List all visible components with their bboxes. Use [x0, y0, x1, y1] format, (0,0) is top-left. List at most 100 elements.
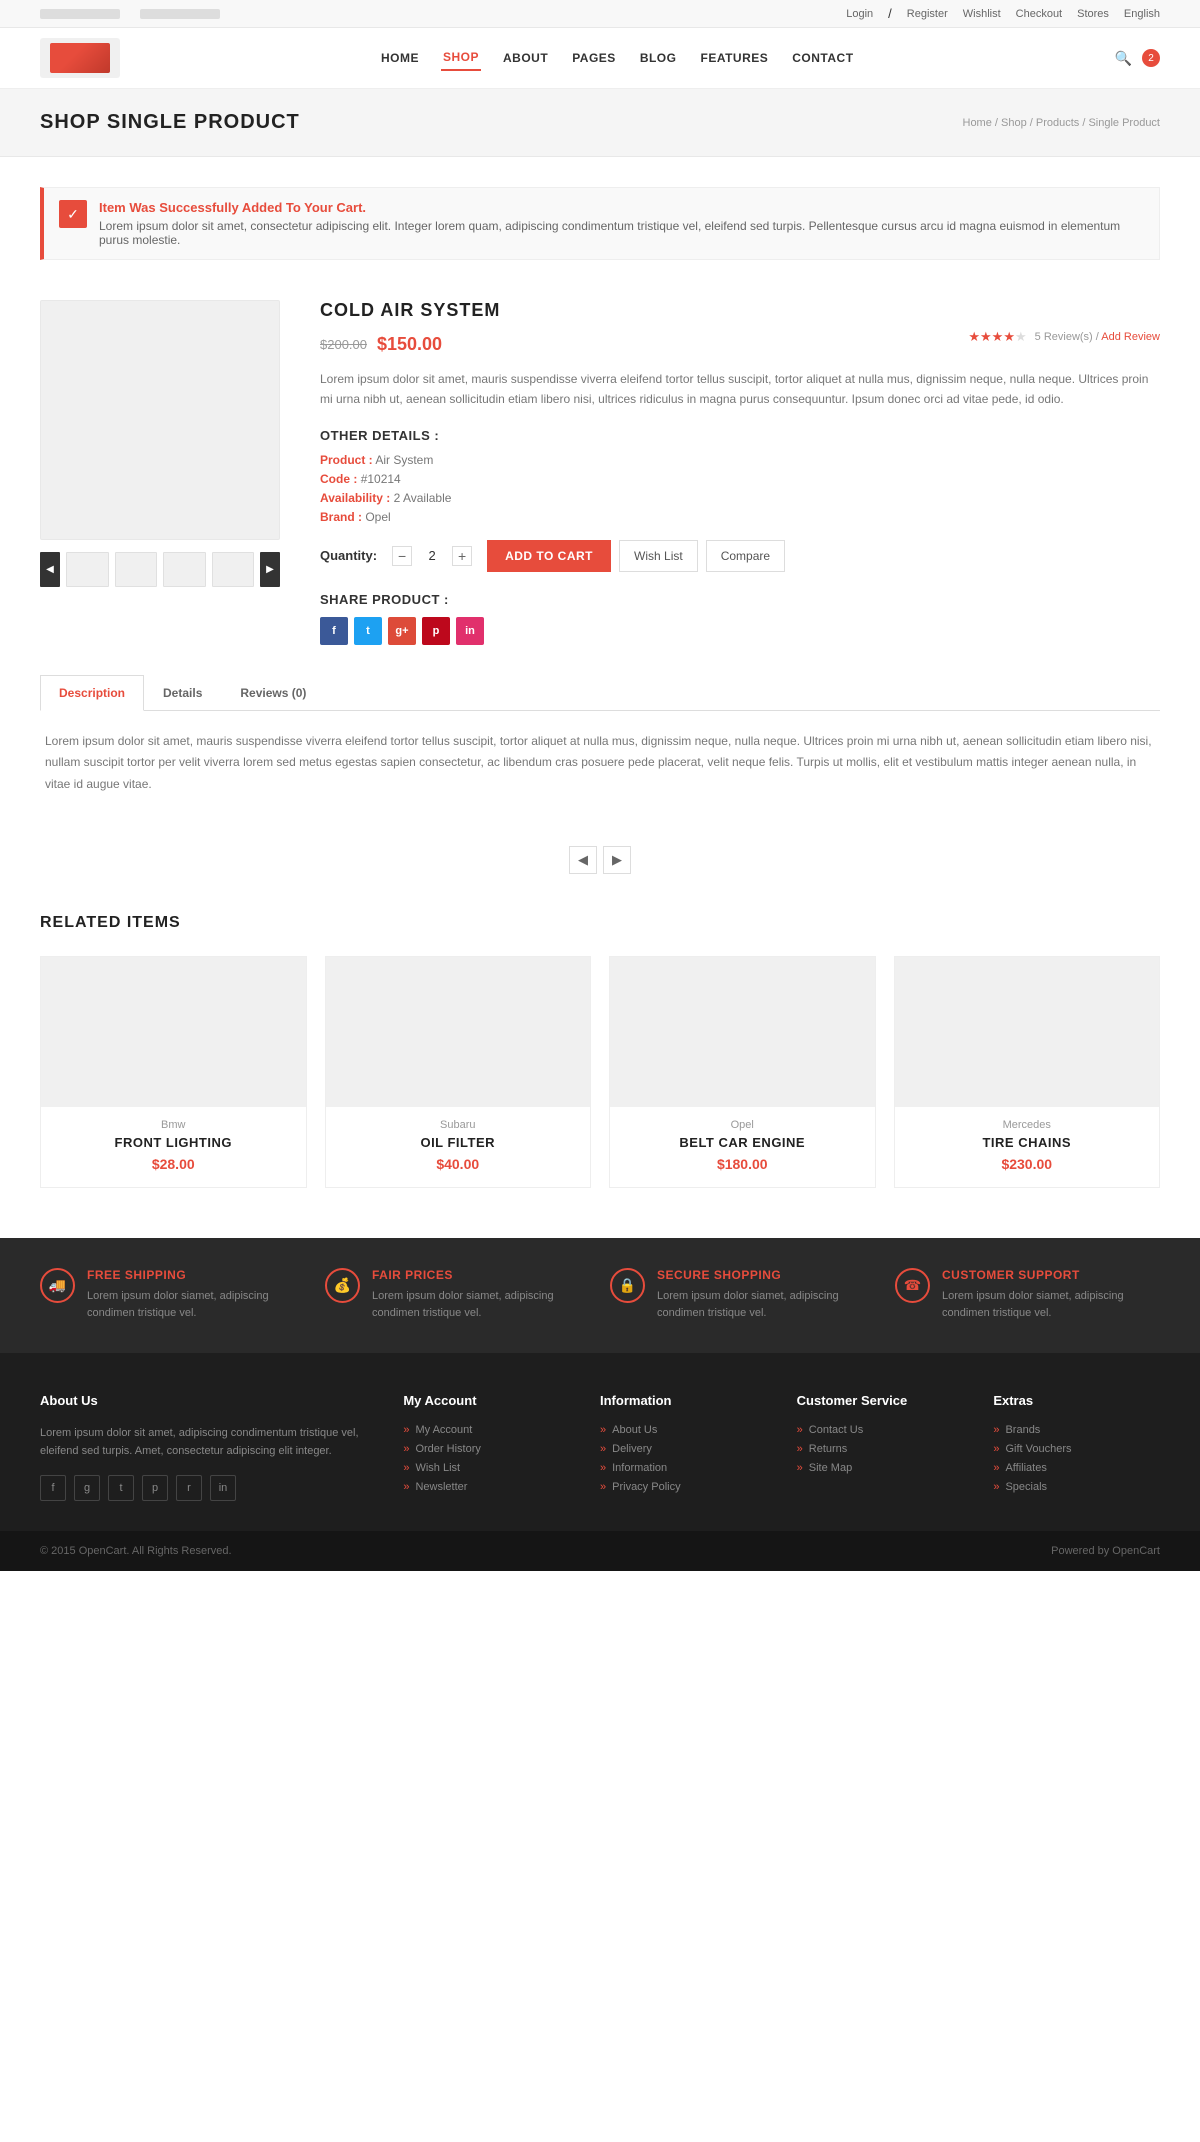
footer-link-specials[interactable]: Specials — [993, 1481, 1160, 1493]
feature-shipping-desc: Lorem ipsum dolor siamet, adipiscing con… — [87, 1288, 305, 1323]
page-prev[interactable]: ◀ — [569, 846, 597, 874]
social-pinterest[interactable]: p — [142, 1475, 168, 1501]
nav-features[interactable]: FEATURES — [698, 46, 770, 70]
feature-prices-text: FAIR PRICES Lorem ipsum dolor siamet, ad… — [372, 1268, 590, 1323]
footer-about-title: About Us — [40, 1393, 373, 1408]
nav-links: HOME SHOP ABOUT PAGES BLOG FEATURES CONT… — [379, 45, 856, 71]
footer-social: f g t p r in — [40, 1475, 373, 1501]
nav-home[interactable]: HOME — [379, 46, 421, 70]
footer-link-privacy[interactable]: Privacy Policy — [600, 1481, 767, 1493]
quantity-label: Quantity: — [320, 548, 377, 563]
footer-link-contactus[interactable]: Contact Us — [797, 1424, 964, 1436]
footer-link-giftvouchers[interactable]: Gift Vouchers — [993, 1443, 1160, 1455]
footer-about: About Us Lorem ipsum dolor sit amet, adi… — [40, 1393, 373, 1501]
support-icon: ☎ — [895, 1268, 930, 1303]
product-details: COLD AIR SYSTEM $200.00 $150.00 ★★★★★ 5 … — [320, 300, 1160, 645]
footer-link-affiliates[interactable]: Affiliates — [993, 1462, 1160, 1474]
footer-link-information[interactable]: Information — [600, 1462, 767, 1474]
language-select[interactable]: English — [1124, 8, 1160, 20]
footer-link-returns[interactable]: Returns — [797, 1443, 964, 1455]
related-grid: Bmw FRONT LIGHTING $28.00 Subaru OIL FIL… — [40, 956, 1160, 1188]
pinterest-share[interactable]: p — [422, 617, 450, 645]
wishlist-link[interactable]: Wishlist — [963, 8, 1001, 20]
feature-support-text: CUSTOMER SUPPORT Lorem ipsum dolor siame… — [942, 1268, 1160, 1323]
footer-myaccount-title: My Account — [403, 1393, 570, 1408]
footer-information-list: About Us Delivery Information Privacy Po… — [600, 1424, 767, 1493]
logo-text-placeholder — [40, 9, 120, 19]
footer-link-orderhistory[interactable]: Order History — [403, 1443, 570, 1455]
feature-shipping-title: FREE SHIPPING — [87, 1268, 305, 1282]
rating-row: ★★★★★ 5 Review(s) / Add Review — [968, 329, 1160, 345]
thumb-next[interactable]: ▶ — [260, 552, 280, 587]
thumb-3[interactable] — [163, 552, 206, 587]
login-link[interactable]: Login — [846, 8, 873, 20]
thumb-1[interactable] — [66, 552, 109, 587]
social-twitter[interactable]: t — [108, 1475, 134, 1501]
feature-prices-title: FAIR PRICES — [372, 1268, 590, 1282]
twitter-share[interactable]: t — [354, 617, 382, 645]
feature-support-title: CUSTOMER SUPPORT — [942, 1268, 1160, 1282]
tabs-section: Description Details Reviews (0) Lorem ip… — [0, 675, 1200, 826]
search-icon[interactable]: 🔍 — [1115, 50, 1132, 67]
tab-reviews[interactable]: Reviews (0) — [221, 675, 325, 711]
register-link[interactable]: Register — [907, 8, 948, 20]
related-price-4: $230.00 — [895, 1156, 1160, 1172]
nav-pages[interactable]: PAGES — [570, 46, 618, 70]
pagination-row: ◀ ▶ — [0, 826, 1200, 904]
footer-link-myaccount[interactable]: My Account — [403, 1424, 570, 1436]
stores-link[interactable]: Stores — [1077, 8, 1109, 20]
social-rss[interactable]: r — [176, 1475, 202, 1501]
footer-extras-list: Brands Gift Vouchers Affiliates Specials — [993, 1424, 1160, 1493]
footer-link-newsletter[interactable]: Newsletter — [403, 1481, 570, 1493]
related-brand-2: Subaru — [326, 1119, 591, 1131]
social-facebook[interactable]: f — [40, 1475, 66, 1501]
thumb-prev[interactable]: ◀ — [40, 552, 60, 587]
footer-link-delivery[interactable]: Delivery — [600, 1443, 767, 1455]
cart-icon[interactable]: 2 — [1142, 49, 1160, 67]
product-images: ◀ ▶ — [40, 300, 280, 645]
page-next[interactable]: ▶ — [603, 846, 631, 874]
social-google[interactable]: g — [74, 1475, 100, 1501]
add-to-cart-button[interactable]: Add To Cart — [487, 540, 611, 572]
instagram-share[interactable]: in — [456, 617, 484, 645]
footer-link-about[interactable]: About Us — [600, 1424, 767, 1436]
thumb-2[interactable] — [115, 552, 158, 587]
stars: ★★★★★ — [968, 329, 1026, 345]
related-img-4 — [895, 957, 1160, 1107]
wish-list-button[interactable]: Wish List — [619, 540, 698, 572]
action-buttons: Add To Cart Wish List Compare — [487, 540, 785, 572]
top-bar-right: Login / Register Wishlist Checkout Store… — [846, 6, 1160, 21]
nav-shop[interactable]: SHOP — [441, 45, 481, 71]
footer-link-brands[interactable]: Brands — [993, 1424, 1160, 1436]
feature-support-desc: Lorem ipsum dolor siamet, adipiscing con… — [942, 1288, 1160, 1323]
footer-link-sitemap[interactable]: Site Map — [797, 1462, 964, 1474]
checkout-link[interactable]: Checkout — [1016, 8, 1062, 20]
related-name-3: BELT CAR ENGINE — [610, 1135, 875, 1150]
compare-button[interactable]: Compare — [706, 540, 785, 572]
detail-product: Product : Air System — [320, 453, 1160, 467]
related-item-3: Opel BELT CAR ENGINE $180.00 — [609, 956, 876, 1188]
related-brand-4: Mercedes — [895, 1119, 1160, 1131]
related-price-2: $40.00 — [326, 1156, 591, 1172]
thumb-4[interactable] — [212, 552, 255, 587]
nav-about[interactable]: ABOUT — [501, 46, 550, 70]
related-name-2: OIL FILTER — [326, 1135, 591, 1150]
quantity-row: Quantity: − 2 + Add To Cart Wish List Co… — [320, 540, 1160, 572]
nav-blog[interactable]: BLOG — [638, 46, 679, 70]
add-review-link[interactable]: Add Review — [1101, 331, 1160, 343]
related-name-1: FRONT LIGHTING — [41, 1135, 306, 1150]
facebook-share[interactable]: f — [320, 617, 348, 645]
feature-secure-text: SECURE SHOPPING Lorem ipsum dolor siamet… — [657, 1268, 875, 1323]
related-title: RELATED ITEMS — [40, 914, 1160, 932]
tab-description[interactable]: Description — [40, 675, 144, 711]
top-bar-left — [40, 9, 220, 19]
google-share[interactable]: g+ — [388, 617, 416, 645]
tab-details[interactable]: Details — [144, 675, 221, 711]
qty-increase[interactable]: + — [452, 546, 472, 566]
qty-decrease[interactable]: − — [392, 546, 412, 566]
nav-contact[interactable]: CONTACT — [790, 46, 855, 70]
footer-link-wishlist[interactable]: Wish List — [403, 1462, 570, 1474]
footer-grid: About Us Lorem ipsum dolor sit amet, adi… — [40, 1393, 1160, 1501]
social-instagram[interactable]: in — [210, 1475, 236, 1501]
related-item-1: Bmw FRONT LIGHTING $28.00 — [40, 956, 307, 1188]
